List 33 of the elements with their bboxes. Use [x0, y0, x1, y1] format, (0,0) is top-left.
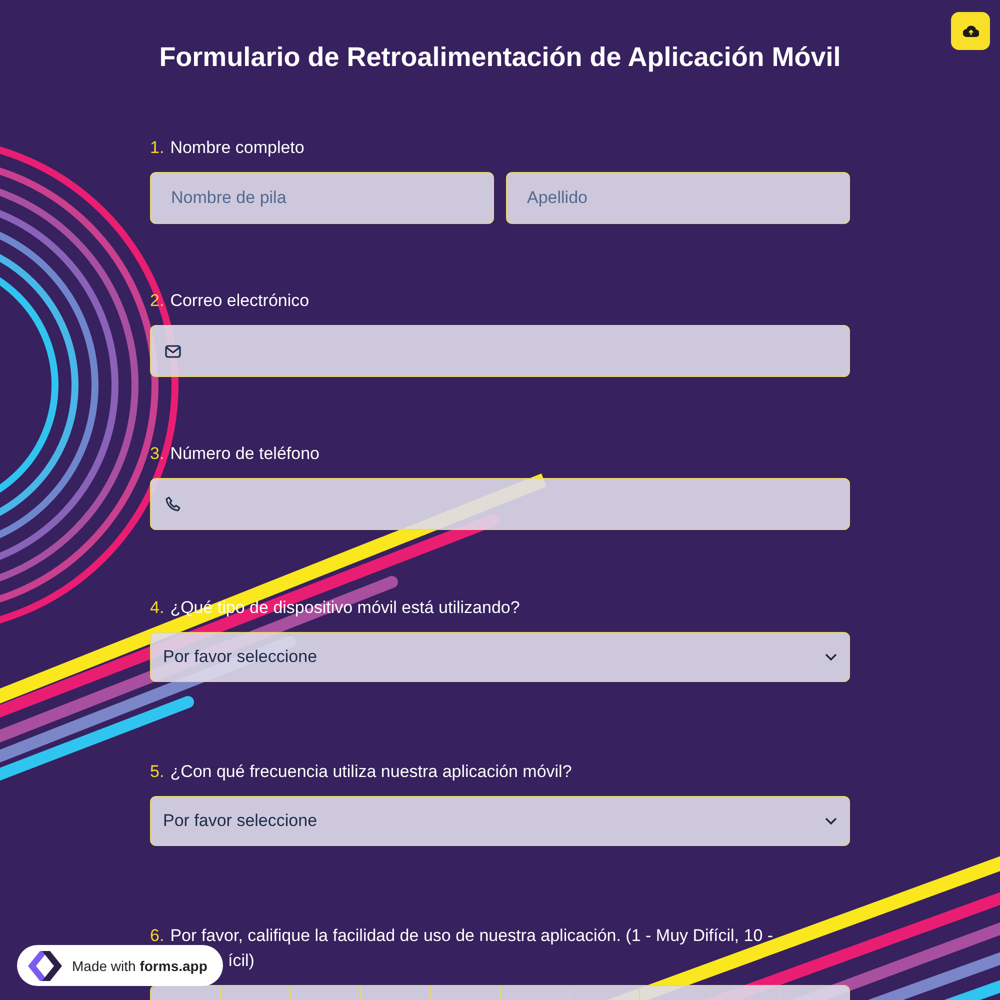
phone-field[interactable] — [150, 478, 850, 530]
question-number: 4. — [150, 597, 164, 619]
rating-option[interactable] — [780, 986, 849, 1000]
question-number: 6. — [150, 925, 164, 947]
dropdown-field[interactable]: Por favor seleccione — [150, 632, 850, 682]
question-label: Por favor, califique la facilidad de uso de nuestra aplicación. (1 - Muy Difícil, 10 - — [170, 925, 774, 947]
question-label: Número de teléfono — [170, 443, 320, 465]
rating-option[interactable] — [640, 986, 710, 1000]
chevron-down-icon — [825, 653, 837, 661]
dropdown-field[interactable]: Por favor seleccione — [150, 796, 850, 846]
rating-option[interactable] — [220, 986, 291, 1000]
made-with-badge[interactable]: Made with forms.app — [17, 945, 224, 986]
rating-option[interactable] — [430, 986, 501, 1000]
upload-button[interactable] — [951, 12, 990, 50]
question-label: ícil) — [228, 950, 256, 972]
question-number: 1. — [150, 137, 164, 159]
rating-option[interactable] — [710, 986, 780, 1000]
rating-option[interactable] — [360, 986, 431, 1000]
cloud-upload-icon — [962, 25, 978, 37]
question-label: ¿Con qué frecuencia utiliza nuestra aplicación móvil? — [170, 761, 572, 783]
question-number: 5. — [150, 761, 164, 783]
rating-option[interactable] — [151, 986, 221, 1000]
chevron-down-icon — [825, 817, 837, 825]
form-title: Formulario de Retroalimentación de Aplicación Móvil — [158, 41, 842, 74]
logo-icon — [26, 948, 64, 982]
rating-option[interactable] — [570, 986, 640, 1000]
envelope-icon — [165, 344, 181, 358]
rating-option[interactable] — [500, 986, 570, 1000]
email-field[interactable] — [150, 325, 850, 377]
phone-icon — [165, 496, 181, 512]
question-label: Nombre completo — [170, 137, 304, 159]
rating-option[interactable] — [290, 986, 361, 1000]
question-label: Correo electrónico — [170, 290, 310, 312]
